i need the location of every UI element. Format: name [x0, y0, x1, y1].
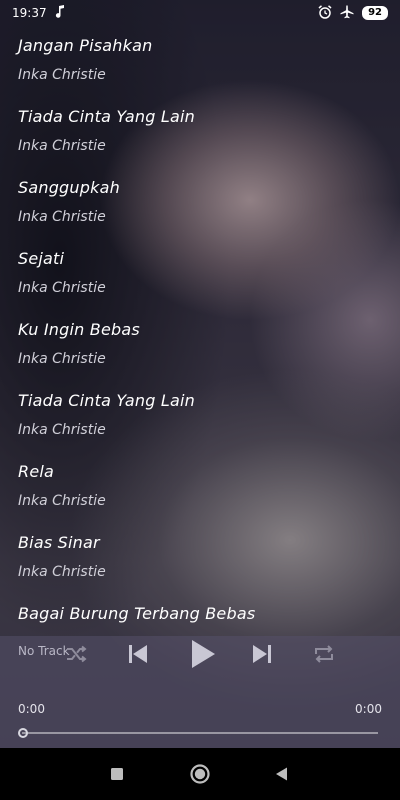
- track-item[interactable]: Tiada Cinta Yang Lain Inka Christie: [0, 97, 400, 168]
- track-item[interactable]: Ku Ingin Bebas Inka Christie: [0, 310, 400, 381]
- track-title: Sejati: [18, 249, 65, 268]
- battery-icon: 92: [362, 6, 388, 20]
- repeat-icon: [315, 645, 333, 663]
- track-item[interactable]: Tiada Cinta Yang Lain Inka Christie: [0, 381, 400, 452]
- skip-previous-icon: [129, 645, 147, 663]
- status-time: 19:37: [12, 6, 47, 20]
- mini-player: No Track 0:00 0:00: [0, 636, 400, 748]
- total-duration: 0:00: [355, 702, 382, 716]
- track-item[interactable]: Rela Inka Christie: [0, 452, 400, 523]
- track-title: Bias Sinar: [18, 533, 100, 552]
- play-button[interactable]: [184, 636, 220, 672]
- track-item[interactable]: Bias Sinar Inka Christie: [0, 523, 400, 594]
- track-title: Tiada Cinta Yang Lain: [18, 391, 195, 410]
- seek-thumb[interactable]: [18, 728, 28, 738]
- track-artist: Inka Christie: [18, 209, 106, 225]
- track-title: Tiada Cinta Yang Lain: [18, 107, 195, 126]
- track-artist: Inka Christie: [18, 138, 106, 154]
- track-title: Jangan Pisahkan: [18, 36, 153, 55]
- skip-next-icon: [253, 645, 271, 663]
- track-title: Ku Ingin Bebas: [18, 320, 140, 339]
- track-title: Bagai Burung Terbang Bebas: [18, 604, 256, 623]
- track-item[interactable]: Bagai Burung Terbang Bebas: [0, 594, 400, 636]
- elapsed-time: 0:00: [18, 702, 45, 716]
- track-artist: Inka Christie: [18, 493, 106, 509]
- seek-bar[interactable]: [22, 732, 378, 734]
- track-item[interactable]: Jangan Pisahkan Inka Christie: [0, 26, 400, 97]
- airplane-icon: [340, 5, 354, 22]
- alarm-icon: [318, 4, 332, 22]
- track-title: Sanggupkah: [18, 178, 120, 197]
- music-note-icon: [55, 5, 65, 21]
- repeat-button[interactable]: [306, 636, 342, 672]
- system-navigation-bar: [0, 748, 400, 800]
- track-artist: Inka Christie: [18, 280, 106, 296]
- back-button[interactable]: [270, 762, 294, 786]
- track-artist: Inka Christie: [18, 422, 106, 438]
- track-artist: Inka Christie: [18, 351, 106, 367]
- track-item[interactable]: Sanggupkah Inka Christie: [0, 168, 400, 239]
- shuffle-icon: [67, 645, 87, 663]
- previous-button[interactable]: [120, 636, 156, 672]
- status-bar: 19:37 92: [0, 0, 400, 26]
- track-item[interactable]: Sejati Inka Christie: [0, 239, 400, 310]
- play-icon: [192, 640, 215, 668]
- recents-button[interactable]: [105, 762, 129, 786]
- track-artist: Inka Christie: [18, 67, 106, 83]
- home-button[interactable]: [188, 762, 212, 786]
- back-triangle-icon: [276, 767, 287, 781]
- track-title: Rela: [18, 462, 55, 481]
- track-list[interactable]: Jangan Pisahkan Inka Christie Tiada Cint…: [0, 26, 400, 636]
- recents-square-icon: [111, 768, 123, 780]
- track-artist: Inka Christie: [18, 564, 106, 580]
- home-circle-icon: [190, 764, 210, 784]
- shuffle-button[interactable]: [58, 636, 94, 672]
- next-button[interactable]: [244, 636, 280, 672]
